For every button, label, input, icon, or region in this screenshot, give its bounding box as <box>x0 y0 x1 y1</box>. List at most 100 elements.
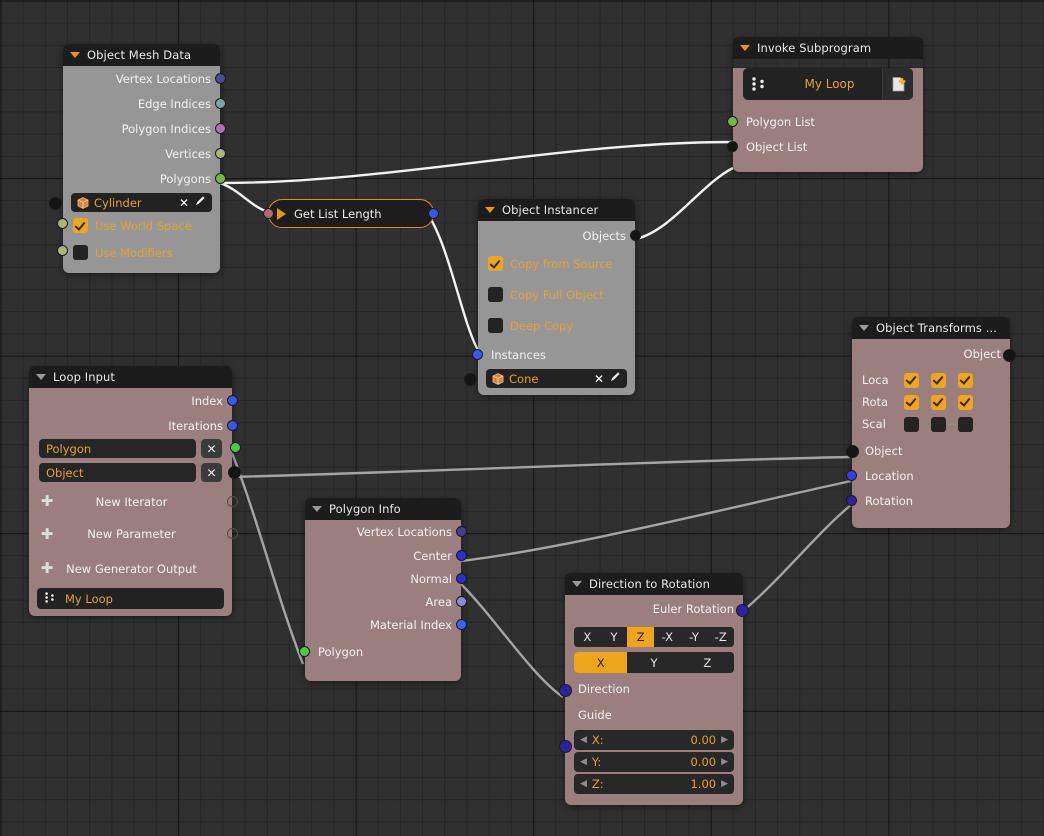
clear-object-icon[interactable]: ✕ <box>179 196 189 210</box>
socket-object-output[interactable] <box>1003 349 1016 362</box>
guide-option-y[interactable]: Y <box>627 652 681 673</box>
socket-length-output[interactable] <box>428 208 439 219</box>
action-new-parameter[interactable]: ✚ New Parameter <box>29 517 238 551</box>
increment-arrow-icon[interactable]: ▶ <box>721 757 728 767</box>
checkbox-loca-z[interactable] <box>958 372 973 388</box>
iterator-name-polygon[interactable]: Polygon <box>39 439 196 458</box>
checkbox-rota-z[interactable] <box>958 394 973 410</box>
checkbox-scal-z[interactable] <box>958 416 973 432</box>
checkbox-use-world-space[interactable]: Use World Space <box>57 212 220 239</box>
checkbox-box[interactable] <box>73 245 88 260</box>
iterator-name-object[interactable]: Object <box>39 463 196 482</box>
guide-option-z[interactable]: Z <box>680 652 734 673</box>
socket-guide[interactable] <box>559 740 572 753</box>
clear-object-icon[interactable]: ✕ <box>594 372 604 386</box>
collapse-triangle-icon[interactable] <box>70 52 80 58</box>
node-object-mesh-data[interactable]: Object Mesh Data Vertex Locations Edge I… <box>49 44 226 273</box>
collapsed-node-triangle-icon[interactable] <box>277 207 286 220</box>
socket-instances[interactable] <box>472 349 483 360</box>
socket-center[interactable] <box>456 550 467 561</box>
checkbox-rota-x[interactable] <box>904 394 919 410</box>
socket-polygon-list[interactable] <box>727 116 738 127</box>
node-object-transforms[interactable]: Object Transforms ... Object Loca Rota S… <box>846 317 1016 528</box>
socket-object-list[interactable] <box>727 141 738 152</box>
node-loop-input[interactable]: Loop Input Index Iterations Polygon ✕ Ob… <box>29 366 241 616</box>
collapse-triangle-icon[interactable] <box>36 374 46 380</box>
collapse-triangle-icon[interactable] <box>859 325 869 331</box>
checkbox-use-modifiers[interactable]: Use Modifiers <box>57 239 220 266</box>
axis-enum-selector[interactable]: X Y Z -X -Y -Z <box>574 627 734 647</box>
subprogram-selector-button[interactable]: My Loop <box>743 68 913 100</box>
checkbox-copy-from-source[interactable]: Copy from Source <box>478 250 635 277</box>
node-object-instancer[interactable]: Object Instancer Objects Copy from Sourc… <box>464 199 641 395</box>
node-header-object-transforms[interactable]: Object Transforms ... <box>852 317 1010 339</box>
decrement-arrow-icon[interactable]: ◀ <box>580 757 587 767</box>
socket-material-index[interactable] <box>456 619 467 630</box>
collapse-triangle-icon[interactable] <box>312 506 322 512</box>
socket-polygon-indices[interactable] <box>215 123 226 134</box>
node-direction-to-rotation[interactable]: Direction to Rotation Euler Rotation X Y… <box>559 573 749 805</box>
socket-index[interactable] <box>227 395 238 406</box>
socket-use-world-space[interactable] <box>57 218 68 229</box>
checkbox-deep-copy[interactable]: Deep Copy <box>478 312 635 339</box>
collapse-triangle-icon[interactable] <box>485 207 495 213</box>
edit-object-icon[interactable] <box>194 195 206 210</box>
decrement-arrow-icon[interactable]: ◀ <box>580 779 587 789</box>
socket-vertices[interactable] <box>215 148 226 159</box>
socket-direction[interactable] <box>559 684 572 697</box>
socket-rotation[interactable] <box>846 495 857 506</box>
node-invoke-subprogram[interactable]: Invoke Subprogram My Loop Polygon List O… <box>727 37 923 172</box>
guide-option-x[interactable]: X <box>574 652 628 673</box>
checkbox-loca-x[interactable] <box>904 372 919 388</box>
socket-new-parameter[interactable] <box>227 528 238 539</box>
checkbox-loca-y[interactable] <box>931 372 946 388</box>
object-selector-cylinder[interactable]: Cylinder ✕ <box>71 193 212 212</box>
socket-normal[interactable] <box>456 573 467 584</box>
socket-iterator-polygon[interactable] <box>230 442 241 453</box>
checkbox-scal-y[interactable] <box>931 416 946 432</box>
axis-option-neg-x[interactable]: -X <box>654 627 681 647</box>
checkbox-box[interactable] <box>488 256 503 271</box>
axis-option-x[interactable]: X <box>574 627 601 647</box>
socket-use-modifiers[interactable] <box>57 245 68 256</box>
node-editor-canvas[interactable]: Object Mesh Data Vertex Locations Edge I… <box>0 0 1044 836</box>
checkbox-rota-y[interactable] <box>931 394 946 410</box>
node-header-direction-to-rotation[interactable]: Direction to Rotation <box>565 573 743 595</box>
socket-euler-rotation[interactable] <box>736 604 749 617</box>
socket-area[interactable] <box>456 596 467 607</box>
checkbox-scal-x[interactable] <box>904 416 919 432</box>
socket-list-input[interactable] <box>263 208 274 219</box>
socket-source-object[interactable] <box>464 373 477 386</box>
checkbox-box[interactable] <box>73 218 88 233</box>
object-selector-cone[interactable]: Cone ✕ <box>486 369 627 388</box>
subprogram-name-field[interactable]: My Loop <box>37 588 224 609</box>
collapse-triangle-icon[interactable] <box>740 45 750 51</box>
socket-iterator-object[interactable] <box>228 466 241 479</box>
checkbox-copy-full-object[interactable]: Copy Full Object <box>478 281 635 308</box>
socket-location[interactable] <box>846 470 857 481</box>
axis-option-neg-z[interactable]: -Z <box>707 627 734 647</box>
action-new-iterator[interactable]: ✚ New Iterator <box>29 486 238 517</box>
node-get-list-length[interactable]: Get List Length <box>263 199 439 228</box>
node-header-object-mesh-data[interactable]: Object Mesh Data <box>63 44 220 66</box>
new-subprogram-icon[interactable] <box>882 68 913 100</box>
socket-polygons[interactable] <box>215 173 226 184</box>
increment-arrow-icon[interactable]: ▶ <box>721 779 728 789</box>
guide-field-y[interactable]: ◀ Y: 0.00 ▶ <box>574 752 734 772</box>
checkbox-box[interactable] <box>488 318 503 333</box>
socket-vertex-locations[interactable] <box>215 73 226 84</box>
socket-objects[interactable] <box>630 230 641 241</box>
node-header-object-instancer[interactable]: Object Instancer <box>478 199 635 221</box>
node-polygon-info[interactable]: Polygon Info Vertex Locations Center Nor… <box>299 498 467 681</box>
socket-vertex-locations[interactable] <box>456 526 467 537</box>
socket-object-input[interactable] <box>846 445 859 458</box>
edit-object-icon[interactable] <box>609 371 621 386</box>
increment-arrow-icon[interactable]: ▶ <box>721 735 728 745</box>
checkbox-box[interactable] <box>488 287 503 302</box>
axis-option-y[interactable]: Y <box>600 627 628 647</box>
node-header-loop-input[interactable]: Loop Input <box>29 366 232 388</box>
socket-new-iterator[interactable] <box>227 496 238 507</box>
guide-field-x[interactable]: ◀ X: 0.00 ▶ <box>574 730 734 750</box>
node-header-invoke-subprogram[interactable]: Invoke Subprogram <box>733 37 923 59</box>
guide-enum-selector[interactable]: X Y Z <box>574 652 734 673</box>
